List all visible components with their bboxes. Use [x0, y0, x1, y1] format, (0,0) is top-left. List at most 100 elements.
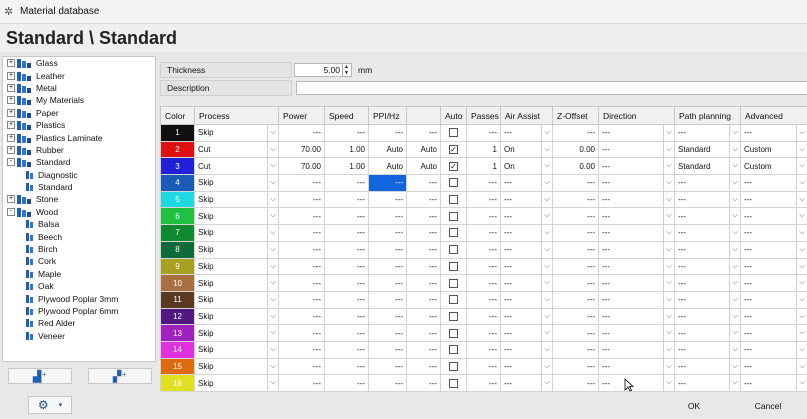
z-offset-cell[interactable]: ---: [552, 357, 599, 376]
air-assist-select[interactable]: --- ⌵: [500, 124, 553, 142]
checkbox[interactable]: [449, 211, 458, 221]
tree-item[interactable]: Cork: [3, 255, 155, 267]
direction-select[interactable]: --- ⌵: [598, 157, 675, 176]
extra-cell[interactable]: ---: [406, 307, 441, 326]
auto-checkbox-cell[interactable]: [440, 357, 467, 376]
direction-select[interactable]: --- ⌵: [598, 340, 675, 359]
tree-item[interactable]: + Plastics Laminate: [3, 131, 155, 143]
chevron-down-icon[interactable]: ⌵: [267, 309, 278, 324]
process-select[interactable]: Skip ⌵: [194, 190, 279, 209]
passes-cell[interactable]: ---: [466, 340, 501, 359]
air-assist-select[interactable]: --- ⌵: [500, 274, 553, 292]
tree-item[interactable]: Plywood Poplar 6mm: [3, 305, 155, 317]
chevron-down-icon[interactable]: ⌵: [796, 325, 807, 341]
chevron-down-icon[interactable]: ⌵: [796, 125, 807, 141]
extra-cell[interactable]: ---: [406, 190, 441, 209]
chevron-down-icon[interactable]: ⌵: [267, 292, 278, 308]
speed-cell[interactable]: ---: [324, 324, 369, 342]
speed-cell[interactable]: ---: [324, 124, 369, 142]
power-cell[interactable]: ---: [278, 324, 325, 342]
process-select[interactable]: Cut ⌵: [194, 157, 279, 176]
ppi-cell[interactable]: ---: [368, 307, 407, 326]
power-cell[interactable]: ---: [278, 357, 325, 376]
speed-cell[interactable]: ---: [324, 374, 369, 392]
chevron-down-icon[interactable]: ⌵: [729, 175, 740, 191]
collapse-icon[interactable]: -: [7, 158, 15, 167]
chevron-down-icon[interactable]: ⌵: [729, 208, 740, 224]
passes-cell[interactable]: 1: [466, 140, 501, 159]
tree-item[interactable]: Birch: [3, 243, 155, 255]
chevron-down-icon[interactable]: ⌵: [796, 359, 807, 374]
chevron-down-icon[interactable]: ⌵: [267, 342, 278, 358]
chevron-down-icon[interactable]: ⌵: [541, 359, 552, 374]
path-planning-select[interactable]: --- ⌵: [674, 224, 741, 242]
path-planning-select[interactable]: Standard ⌵: [674, 157, 741, 176]
chevron-down-icon[interactable]: ⌵: [267, 359, 278, 374]
extra-cell[interactable]: ---: [406, 257, 441, 276]
chevron-down-icon[interactable]: ⌵: [267, 142, 278, 157]
power-cell[interactable]: ---: [278, 174, 325, 192]
air-assist-select[interactable]: --- ⌵: [500, 190, 553, 209]
speed-cell[interactable]: 1.00: [324, 140, 369, 159]
chevron-down-icon[interactable]: ⌵: [729, 142, 740, 157]
speed-cell[interactable]: ---: [324, 224, 369, 242]
z-offset-cell[interactable]: ---: [552, 307, 599, 326]
power-cell[interactable]: ---: [278, 307, 325, 326]
process-select[interactable]: Skip ⌵: [194, 374, 279, 392]
tree-item[interactable]: Maple: [3, 268, 155, 280]
chevron-down-icon[interactable]: ⌵: [541, 242, 552, 258]
checkbox[interactable]: [449, 195, 458, 205]
chevron-down-icon[interactable]: ⌵: [663, 242, 674, 258]
tree-item[interactable]: + Rubber: [3, 144, 155, 156]
extra-cell[interactable]: ---: [406, 207, 441, 226]
chevron-down-icon[interactable]: ⌵: [541, 292, 552, 308]
thickness-input[interactable]: 5.00 ▲ ▼: [294, 63, 352, 77]
z-offset-cell[interactable]: ---: [552, 274, 599, 292]
extra-cell[interactable]: ---: [406, 340, 441, 359]
chevron-down-icon[interactable]: ⌵: [267, 242, 278, 258]
power-cell[interactable]: ---: [278, 124, 325, 142]
chevron-down-icon[interactable]: ⌵: [729, 342, 740, 358]
path-planning-select[interactable]: --- ⌵: [674, 324, 741, 342]
ppi-cell[interactable]: ---: [368, 224, 407, 242]
z-offset-cell[interactable]: ---: [552, 290, 599, 309]
chevron-down-icon[interactable]: ⌵: [729, 325, 740, 341]
chevron-down-icon[interactable]: ⌵: [796, 225, 807, 241]
chevron-down-icon[interactable]: ⌵: [729, 125, 740, 141]
cancel-button[interactable]: Cancel: [738, 398, 798, 414]
chevron-down-icon[interactable]: ⌵: [796, 142, 807, 157]
ppi-cell[interactable]: ---: [368, 190, 407, 209]
chevron-down-icon[interactable]: ⌵: [267, 192, 278, 207]
chevron-down-icon[interactable]: ⌵: [663, 175, 674, 191]
chevron-down-icon[interactable]: ⌵: [267, 375, 278, 391]
chevron-down-icon[interactable]: ⌵: [729, 225, 740, 241]
z-offset-cell[interactable]: ---: [552, 174, 599, 192]
ppi-cell[interactable]: ---: [368, 324, 407, 342]
auto-checkbox-cell[interactable]: [440, 324, 467, 342]
tree-item[interactable]: - Standard: [3, 156, 155, 168]
path-planning-select[interactable]: --- ⌵: [674, 274, 741, 292]
power-cell[interactable]: ---: [278, 257, 325, 276]
z-offset-cell[interactable]: ---: [552, 257, 599, 276]
auto-checkbox-cell[interactable]: [440, 224, 467, 242]
tree-item[interactable]: Plywood Poplar 3mm: [3, 292, 155, 304]
chevron-down-icon[interactable]: ⌵: [267, 208, 278, 224]
extra-cell[interactable]: Auto: [406, 157, 441, 176]
chevron-down-icon[interactable]: ⌵: [729, 242, 740, 258]
speed-cell[interactable]: ---: [324, 274, 369, 292]
passes-cell[interactable]: ---: [466, 374, 501, 392]
passes-cell[interactable]: ---: [466, 240, 501, 259]
collapse-icon[interactable]: -: [7, 207, 15, 216]
checkbox[interactable]: [449, 361, 458, 371]
path-planning-select[interactable]: --- ⌵: [674, 257, 741, 276]
speed-cell[interactable]: ---: [324, 207, 369, 226]
speed-cell[interactable]: ---: [324, 257, 369, 276]
checkbox[interactable]: [449, 345, 458, 355]
extra-cell[interactable]: ---: [406, 324, 441, 342]
ppi-cell[interactable]: ---: [368, 240, 407, 259]
extra-cell[interactable]: ---: [406, 224, 441, 242]
air-assist-select[interactable]: On ⌵: [500, 157, 553, 176]
air-assist-select[interactable]: --- ⌵: [500, 324, 553, 342]
chevron-down-icon[interactable]: ⌵: [541, 258, 552, 274]
advanced-select[interactable]: --- ⌵: [740, 124, 807, 142]
